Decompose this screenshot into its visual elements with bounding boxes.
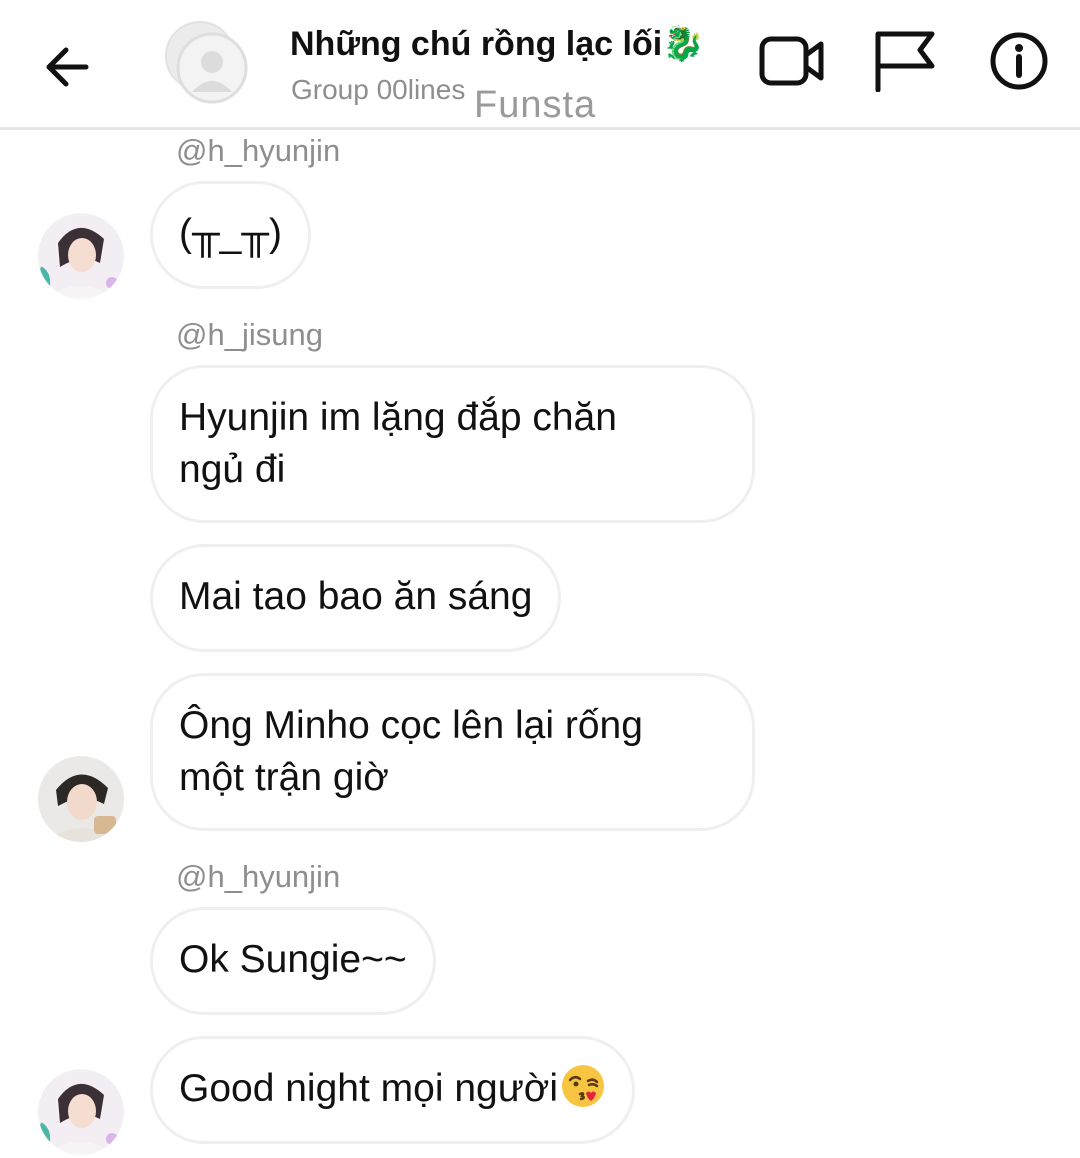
kissing-face-emoji (562, 1065, 605, 1107)
message-text: Ok Sungie~~ (179, 938, 407, 981)
message-text-line: một trận giờ (179, 756, 389, 799)
message-bubble[interactable]: Ok Sungie~~ (150, 907, 436, 1015)
info-icon[interactable] (986, 30, 1054, 92)
flag-icon[interactable] (870, 30, 938, 92)
message-text-line: Hyunjin im lặng đắp chăn (179, 396, 617, 439)
sender-username: @h_hyunjin (176, 133, 341, 168)
message-text: Mai tao bao ăn sáng (179, 575, 533, 618)
message-bubble[interactable]: Ông Minho cọc lên lại rống một trận giờ (150, 673, 755, 831)
arrow-left-icon[interactable] (40, 40, 94, 94)
group-avatar[interactable] (164, 20, 248, 104)
message-bubble[interactable]: (╥_╥) (150, 181, 311, 289)
avatar-hyunjin[interactable] (38, 1069, 124, 1155)
avatar-hyunjin[interactable] (38, 213, 124, 299)
chat-header: Những chú rồng lạc lối🐉 Group 00lines Fu… (0, 0, 1080, 130)
sender-username: @h_jisung (176, 317, 323, 352)
chat-title[interactable]: Những chú rồng lạc lối🐉 (290, 24, 705, 64)
message-bubble[interactable]: Hyunjin im lặng đắp chăn ngủ đi (150, 365, 755, 523)
message-text-line: ngủ đi (179, 448, 286, 491)
avatar-jisung[interactable] (38, 756, 124, 842)
video-camera-icon[interactable] (758, 30, 826, 92)
message-text-line: Ông Minho cọc lên lại rống (179, 704, 643, 747)
watermark: Funsta (474, 84, 597, 126)
chat-subtitle: Group 00lines (291, 74, 466, 105)
message-bubble[interactable]: Mai tao bao ăn sáng (150, 544, 562, 652)
message-text: Good night mọi người (179, 1067, 559, 1110)
message-list[interactable]: @h_hyunjin (╥_╥) @h_jisung Hyunjin im lặ… (0, 133, 1080, 1158)
sender-username: @h_hyunjin (176, 859, 341, 894)
message-bubble[interactable]: Good night mọi người (150, 1036, 636, 1144)
message-text: (╥_╥) (179, 212, 282, 255)
